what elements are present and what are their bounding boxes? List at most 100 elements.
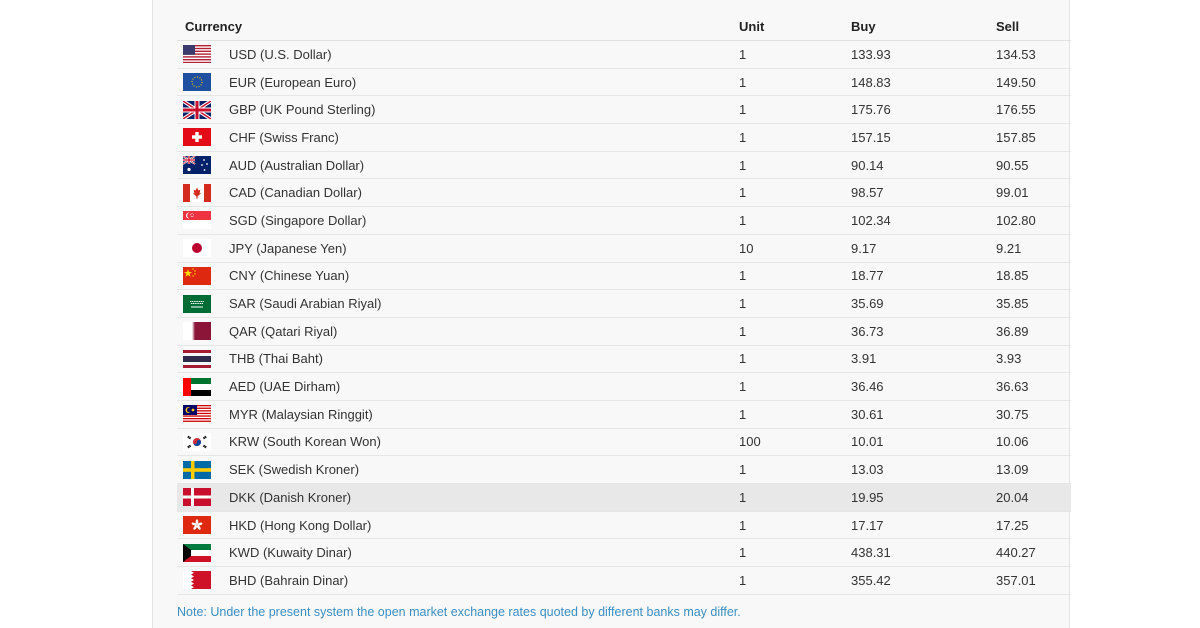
sell-rate-cell: 17.25 (988, 511, 1071, 540)
table-header-row: Currency Unit Buy Sell (177, 13, 1071, 41)
currency-cell: AED (UAE Dirham) (227, 372, 731, 401)
flag-cell (177, 400, 227, 429)
flag-cell (177, 289, 227, 318)
table-row: THB (Thai Baht) 1 3.91 3.93 (177, 345, 1071, 374)
buy-rate-cell: 17.17 (843, 511, 988, 540)
table-row: CHF (Swiss Franc) 1 157.15 157.85 (177, 123, 1071, 152)
table-row: KWD (Kuwaity Dinar) 1 438.31 440.27 (177, 538, 1071, 568)
buy-rate-cell: 18.77 (843, 262, 988, 291)
unit-cell: 1 (731, 372, 843, 401)
table-row: CAD (Canadian Dollar) 1 98.57 99.01 (177, 178, 1071, 208)
flag-cell (177, 68, 227, 97)
ca-flag-icon (183, 183, 211, 202)
table-row: SGD (Singapore Dollar) 1 102.34 102.80 (177, 206, 1071, 235)
hk-flag-icon (183, 516, 211, 535)
flag-cell (177, 262, 227, 291)
cn-flag-icon (183, 266, 211, 285)
currency-cell: CNY (Chinese Yuan) (227, 262, 731, 291)
sell-rate-cell: 10.06 (988, 428, 1071, 457)
sell-rate-cell: 90.55 (988, 151, 1071, 180)
buy-rate-cell: 30.61 (843, 400, 988, 429)
table-row: SAR (Saudi Arabian Riyal) 1 35.69 35.85 (177, 289, 1071, 318)
header-currency: Currency (177, 13, 731, 41)
header-buy: Buy (843, 13, 988, 41)
flag-cell (177, 178, 227, 208)
sell-rate-cell: 357.01 (988, 566, 1071, 595)
table-row: QAR (Qatari Riyal) 1 36.73 36.89 (177, 317, 1071, 346)
sell-rate-cell: 13.09 (988, 455, 1071, 484)
au-flag-icon (183, 156, 211, 175)
table-row: USD (U.S. Dollar) 1 133.93 134.53 (177, 40, 1071, 69)
unit-cell: 1 (731, 511, 843, 540)
sell-rate-cell: 440.27 (988, 538, 1071, 568)
buy-rate-cell: 3.91 (843, 345, 988, 374)
kr-flag-icon (183, 432, 211, 451)
unit-cell: 1 (731, 289, 843, 318)
buy-rate-cell: 36.73 (843, 317, 988, 346)
flag-cell (177, 151, 227, 180)
unit-cell: 1 (731, 566, 843, 595)
sell-rate-cell: 134.53 (988, 40, 1071, 69)
buy-rate-cell: 157.15 (843, 123, 988, 152)
unit-cell: 1 (731, 206, 843, 235)
currency-cell: THB (Thai Baht) (227, 345, 731, 374)
table-row: SEK (Swedish Kroner) 1 13.03 13.09 (177, 455, 1071, 484)
buy-rate-cell: 13.03 (843, 455, 988, 484)
currency-cell: KRW (South Korean Won) (227, 428, 731, 457)
sell-rate-cell: 20.04 (988, 483, 1071, 512)
currency-cell: SGD (Singapore Dollar) (227, 206, 731, 235)
currency-cell: JPY (Japanese Yen) (227, 234, 731, 263)
sell-rate-cell: 102.80 (988, 206, 1071, 235)
sell-rate-cell: 99.01 (988, 178, 1071, 208)
se-flag-icon (183, 460, 211, 479)
buy-rate-cell: 133.93 (843, 40, 988, 69)
disclaimer-note: Note: Under the present system the open … (177, 605, 741, 619)
table-row: AUD (Australian Dollar) 1 90.14 90.55 (177, 151, 1071, 180)
sell-rate-cell: 30.75 (988, 400, 1071, 429)
unit-cell: 10 (731, 234, 843, 263)
qa-flag-icon (183, 322, 211, 341)
eu-flag-icon (183, 73, 211, 92)
exchange-rate-panel: Currency Unit Buy Sell USD (U.S. Dollar)… (152, 0, 1071, 628)
unit-cell: 1 (731, 68, 843, 97)
table-row: EUR (European Euro) 1 148.83 149.50 (177, 68, 1071, 97)
flag-cell (177, 40, 227, 69)
buy-rate-cell: 36.46 (843, 372, 988, 401)
flag-cell (177, 483, 227, 512)
unit-cell: 1 (731, 123, 843, 152)
currency-cell: GBP (UK Pound Sterling) (227, 95, 731, 125)
uk-flag-icon (183, 100, 211, 119)
flag-cell (177, 538, 227, 568)
currency-cell: BHD (Bahrain Dinar) (227, 566, 731, 595)
bh-flag-icon (183, 571, 211, 590)
unit-cell: 1 (731, 151, 843, 180)
th-flag-icon (183, 349, 211, 368)
sa-flag-icon (183, 294, 211, 313)
unit-cell: 1 (731, 95, 843, 125)
my-flag-icon (183, 405, 211, 424)
currency-cell: SEK (Swedish Kroner) (227, 455, 731, 484)
ae-flag-icon (183, 377, 211, 396)
currency-cell: DKK (Danish Kroner) (227, 483, 731, 512)
currency-cell: HKD (Hong Kong Dollar) (227, 511, 731, 540)
flag-cell (177, 372, 227, 401)
flag-cell (177, 511, 227, 540)
buy-rate-cell: 10.01 (843, 428, 988, 457)
exchange-rate-rows: USD (U.S. Dollar) 1 133.93 134.53 EUR (Europ… (177, 40, 1071, 595)
table-row: HKD (Hong Kong Dollar) 1 17.17 17.25 (177, 511, 1071, 540)
jp-flag-icon (183, 239, 211, 258)
table-row: CNY (Chinese Yuan) 1 18.77 18.85 (177, 262, 1071, 291)
currency-cell: AUD (Australian Dollar) (227, 151, 731, 180)
sell-rate-cell: 9.21 (988, 234, 1071, 263)
buy-rate-cell: 148.83 (843, 68, 988, 97)
sell-rate-cell: 157.85 (988, 123, 1071, 152)
header-unit: Unit (731, 13, 843, 41)
sell-rate-cell: 176.55 (988, 95, 1071, 125)
table-row: AED (UAE Dirham) 1 36.46 36.63 (177, 372, 1071, 401)
dk-flag-icon (183, 488, 211, 507)
flag-cell (177, 317, 227, 346)
currency-cell: SAR (Saudi Arabian Riyal) (227, 289, 731, 318)
currency-cell: KWD (Kuwaity Dinar) (227, 538, 731, 568)
unit-cell: 1 (731, 483, 843, 512)
unit-cell: 1 (731, 178, 843, 208)
